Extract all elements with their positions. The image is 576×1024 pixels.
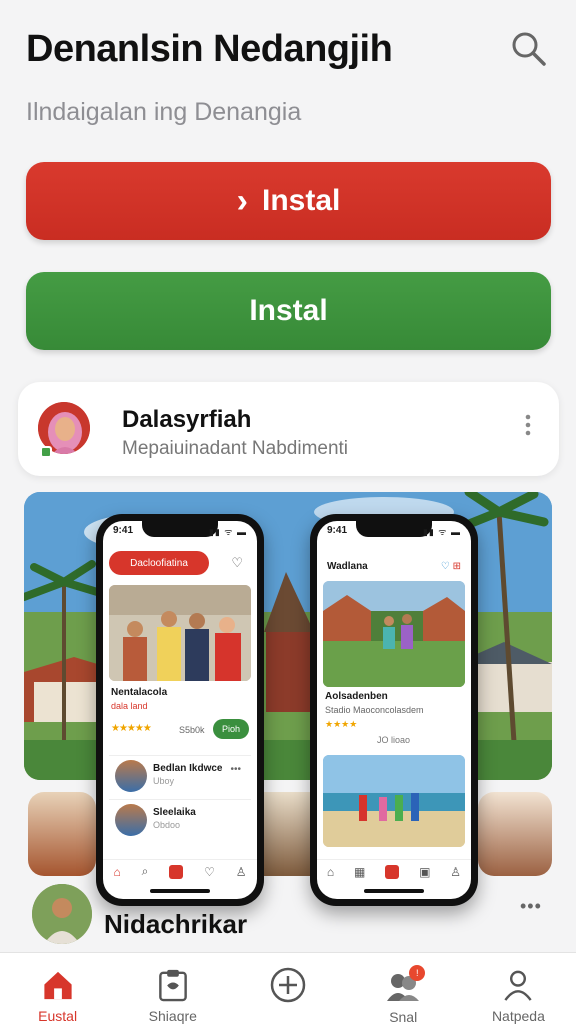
- gallery-thumb[interactable]: [28, 792, 96, 876]
- home-icon[interactable]: ⌂: [113, 865, 120, 879]
- profile-subtitle: Mepaiuinadant Nabdimenti: [122, 438, 349, 459]
- list-item[interactable]: Bedlan Ikdwce Uboy •••: [109, 755, 251, 795]
- install-button-secondary-label: Instal: [249, 294, 328, 327]
- person-icon[interactable]: ♙: [236, 865, 247, 879]
- resort-photo[interactable]: [323, 581, 465, 687]
- listing-price: S5b0k: [179, 725, 205, 735]
- card-subtitle: Stadio Maoconcolasdem: [325, 705, 424, 715]
- add-icon[interactable]: [169, 864, 184, 879]
- message-icon[interactable]: ▣: [419, 865, 430, 879]
- category-pill[interactable]: Dacloofiatina: [109, 551, 209, 575]
- post-row[interactable]: Nidachrikar •••: [0, 884, 576, 954]
- tab-community-label: Snal: [389, 1009, 418, 1024]
- more-vertical-icon[interactable]: [518, 412, 538, 438]
- more-horizontal-icon[interactable]: •••: [520, 896, 542, 917]
- screen-title: Wadlana: [327, 561, 368, 572]
- search-icon[interactable]: [510, 30, 548, 68]
- list-item-subtitle: Uboy: [153, 776, 175, 786]
- add-icon[interactable]: [385, 864, 400, 879]
- home-icon[interactable]: ⌂: [327, 865, 334, 879]
- phone-tabbar: ⌂ ▦ ▣ ♙: [317, 859, 471, 883]
- status-time: 9:41: [113, 525, 134, 536]
- group-photo[interactable]: [109, 585, 251, 681]
- phone-screen: 9:41 ▮▮ ᯤ ▬ Dacloofiatina ♡ Nentalacola …: [103, 521, 257, 899]
- phone-mockup-right: 9:41 ▮▮ ᯤ ▬ Wadlana ♡ ⊞ Aolsadenben Stad…: [310, 514, 478, 906]
- install-button-primary[interactable]: › Instal: [26, 162, 551, 240]
- phone-screen: 9:41 ▮▮ ᯤ ▬ Wadlana ♡ ⊞ Aolsadenben Stad…: [317, 521, 471, 899]
- more-horizontal-icon[interactable]: •••: [230, 764, 241, 775]
- tab-add[interactable]: [230, 953, 345, 1024]
- listing-subtitle: dala land: [111, 701, 148, 711]
- gallery-thumb[interactable]: [478, 792, 552, 876]
- status-icons: ▮▮ ᯤ ▬: [208, 527, 247, 537]
- page-title: Denanlsin Nedangjih: [26, 28, 393, 70]
- heart-icon[interactable]: ♡: [231, 555, 243, 571]
- profile-name: Dalasyrfiah: [122, 406, 252, 433]
- lock-icon: [40, 446, 52, 458]
- add-icon: [270, 967, 306, 1003]
- install-button-secondary[interactable]: Instal: [26, 272, 551, 350]
- beach-photo[interactable]: [323, 755, 465, 847]
- list-item-subtitle: Obdoo: [153, 820, 181, 830]
- bottom-tabbar: Eustal Shiaqre ! Snal Natpeda: [0, 952, 576, 1024]
- person-icon[interactable]: ♙: [450, 865, 461, 879]
- avatar: [32, 884, 92, 944]
- tab-home[interactable]: Eustal: [0, 953, 115, 1024]
- tab-home-label: Eustal: [38, 1008, 78, 1024]
- tab-community[interactable]: ! Snal: [346, 953, 461, 1024]
- list-item[interactable]: Sleelaika Obdoo: [109, 799, 251, 839]
- heart-icon[interactable]: ♡: [204, 865, 215, 879]
- grid-icon[interactable]: ▦: [354, 865, 365, 879]
- avatar: [115, 760, 147, 792]
- tab-share-label: Shiaqre: [148, 1008, 197, 1024]
- rating-stars: ★★★★★: [111, 723, 152, 734]
- listing-title: Nentalacola: [111, 687, 168, 698]
- person-icon: [504, 970, 533, 1001]
- install-button-primary-label: Instal: [261, 184, 341, 217]
- list-item-title: Bedlan Ikdwce: [153, 763, 223, 774]
- phone-notch: [356, 521, 432, 537]
- profile-card[interactable]: Dalasyrfiah Mepaiuinadant Nabdimenti: [18, 382, 559, 476]
- notification-badge: !: [409, 965, 426, 981]
- gallery-thumb[interactable]: [262, 792, 314, 876]
- app-header: Denanlsin Nedangjih: [0, 0, 576, 90]
- tab-profile-label: Natpeda: [491, 1008, 545, 1024]
- community-icon: !: [385, 965, 426, 1003]
- page-subtitle: Ilndaigalan ing Denangia: [26, 98, 302, 126]
- avatar: [115, 804, 147, 836]
- post-author-name: Nidachrikar: [104, 909, 248, 939]
- status-time: 9:41: [327, 525, 348, 536]
- card-meta: JO lioao: [377, 735, 411, 745]
- phone-mockup-left: 9:41 ▮▮ ᯤ ▬ Dacloofiatina ♡ Nentalacola …: [96, 514, 264, 906]
- phone-notch: [142, 521, 218, 537]
- listing-action-button[interactable]: Pioh: [213, 719, 249, 739]
- clipboard-icon: [158, 969, 187, 1002]
- chevron-right-icon: ›: [236, 181, 248, 220]
- list-item-title: Sleelaika: [153, 807, 196, 818]
- phone-tabbar: ⌂ ⌕ ♡ ♙: [103, 859, 257, 883]
- status-icons: ▮▮ ᯤ ▬: [422, 527, 461, 537]
- search-icon[interactable]: ⌕: [142, 864, 149, 879]
- home-icon: [43, 971, 72, 1000]
- tab-share[interactable]: Shiaqre: [115, 953, 230, 1024]
- tab-profile[interactable]: Natpeda: [461, 953, 576, 1024]
- rating-stars: ★★★★: [325, 719, 358, 729]
- heart-icon[interactable]: ♡ ⊞: [441, 561, 461, 572]
- card-title: Aolsadenben: [325, 691, 388, 702]
